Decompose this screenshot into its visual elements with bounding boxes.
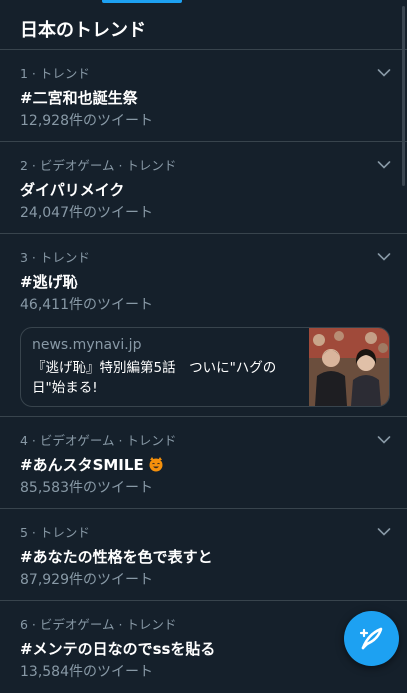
- trend-name: #二宮和也誕生祭: [20, 89, 138, 107]
- trends-header: 日本のトレンド: [0, 4, 407, 50]
- trend-list: 1 · トレンド #二宮和也誕生祭 12,928件のツイート 2 · ビデオゲー…: [0, 50, 407, 693]
- trend-item-3[interactable]: 3 · トレンド #逃げ恥 46,411件のツイート news.mynavi.j…: [0, 234, 407, 417]
- news-link-card[interactable]: news.mynavi.jp 『逃げ恥』特別編第5話 ついに"ハグの日"始まる!: [20, 327, 390, 407]
- trend-tweet-count: 85,583件のツイート: [20, 480, 153, 496]
- trend-tweet-count: 12,928件のツイート: [20, 113, 153, 129]
- trend-tweet-count: 24,047件のツイート: [20, 205, 153, 221]
- trend-name: #あんスタSMILE: [20, 456, 144, 474]
- chevron-down-icon[interactable]: [377, 527, 391, 537]
- trend-meta: 2 · ビデオゲーム · トレンド: [20, 158, 177, 173]
- card-headline: 『逃げ恥』特別編第5話 ついに"ハグの日"始まる!: [32, 360, 277, 396]
- trend-meta: 1 · トレンド: [20, 66, 90, 81]
- trend-tweet-count: 13,584件のツイート: [20, 664, 153, 680]
- trend-item-1[interactable]: 1 · トレンド #二宮和也誕生祭 12,928件のツイート: [0, 50, 407, 142]
- trend-tweet-count: 46,411件のツイート: [20, 297, 153, 313]
- chevron-down-icon[interactable]: [377, 435, 391, 445]
- trend-meta: 5 · トレンド: [20, 525, 90, 540]
- trend-name: #メンテの日なのでssを貼る: [20, 640, 216, 658]
- page-title: 日本のトレンド: [20, 20, 146, 41]
- trend-item-5[interactable]: 5 · トレンド #あなたの性格を色で表すと 87,929件のツイート: [0, 509, 407, 601]
- trend-name: ダイパリメイク: [20, 181, 125, 199]
- active-tab-indicator: [102, 0, 182, 3]
- trend-name: #逃げ恥: [20, 273, 78, 291]
- trend-name-row: #あんスタSMILE: [20, 455, 387, 475]
- trend-name: #あなたの性格を色で表すと: [20, 548, 213, 566]
- smiling-cat-face-emoji: [149, 457, 163, 472]
- card-domain: news.mynavi.jp: [32, 337, 142, 353]
- trend-tweet-count: 87,929件のツイート: [20, 572, 153, 588]
- news-thumbnail-image: [309, 328, 389, 406]
- chevron-down-icon[interactable]: [377, 252, 391, 262]
- trend-meta: 4 · ビデオゲーム · トレンド: [20, 433, 177, 448]
- trend-item-2[interactable]: 2 · ビデオゲーム · トレンド ダイパリメイク 24,047件のツイート: [0, 142, 407, 234]
- chevron-down-icon[interactable]: [377, 160, 391, 170]
- trend-item-4[interactable]: 4 · ビデオゲーム · トレンド #あんスタSMILE 85,583件のツイー…: [0, 417, 407, 509]
- trend-meta: 6 · ビデオゲーム · トレンド: [20, 617, 177, 632]
- compose-tweet-button[interactable]: [344, 611, 399, 666]
- feather-quill-icon: [359, 627, 383, 650]
- chevron-down-icon[interactable]: [377, 68, 391, 78]
- trend-meta: 3 · トレンド: [20, 250, 90, 265]
